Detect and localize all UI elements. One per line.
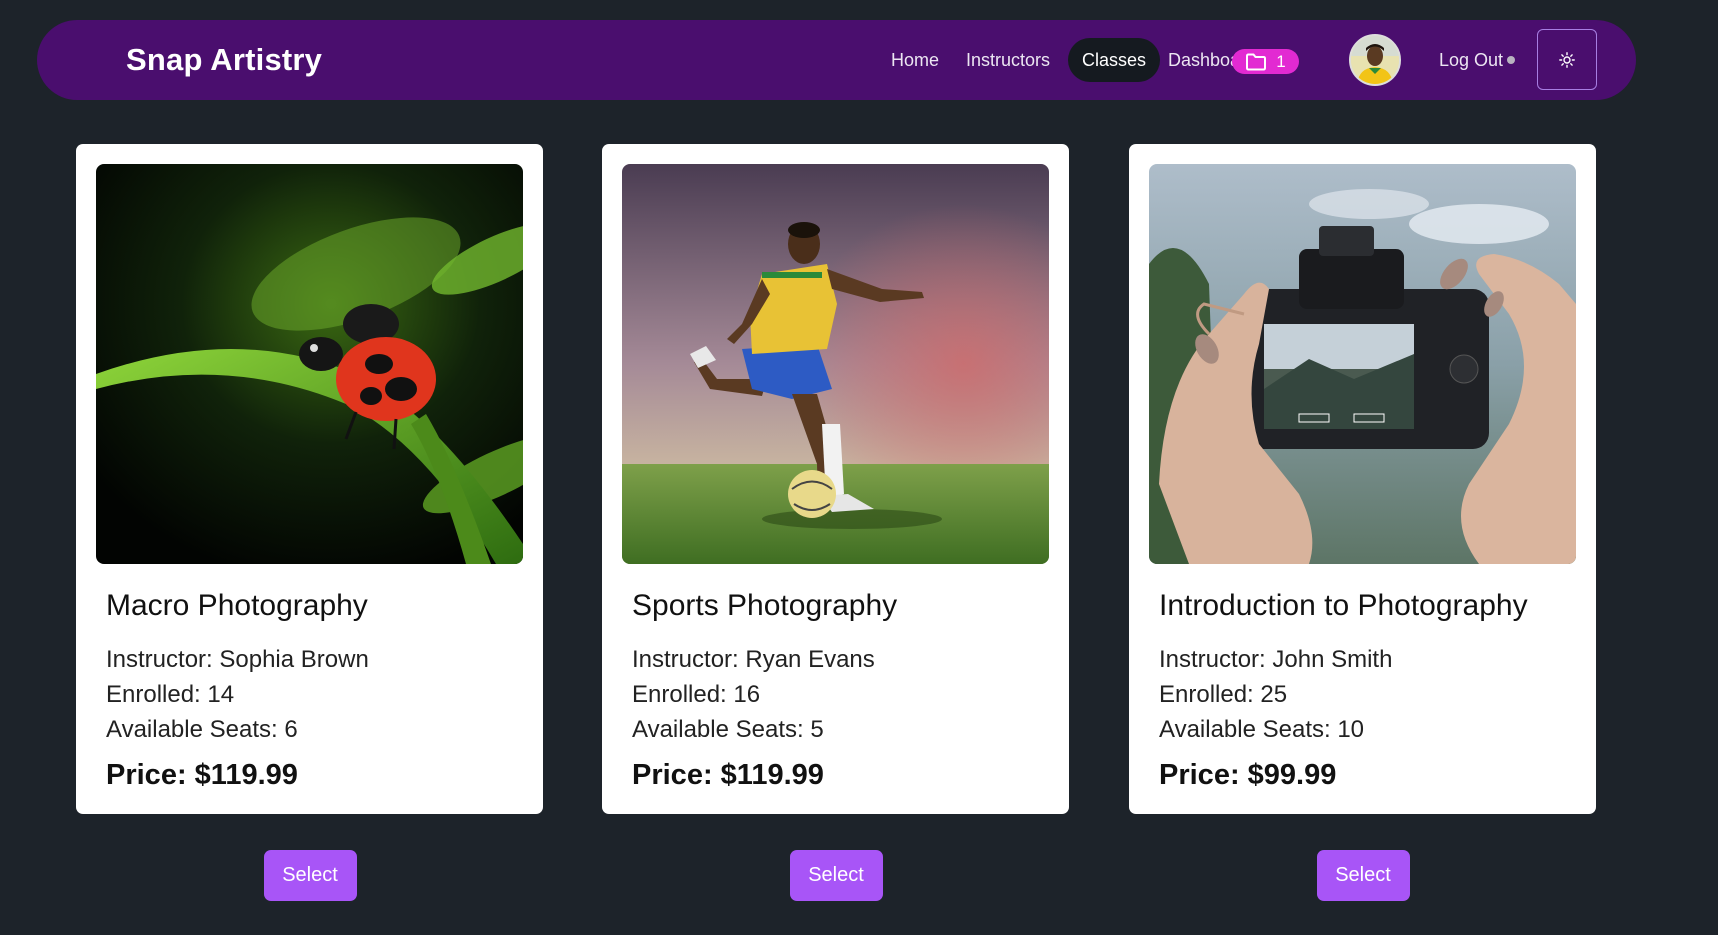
class-price: Price: $119.99 [632, 759, 824, 791]
class-available-seats: Available Seats: 5 [632, 716, 824, 743]
class-price: Price: $99.99 [1159, 759, 1337, 791]
class-card: Sports Photography Instructor: Ryan Evan… [602, 144, 1069, 924]
class-available-seats: Available Seats: 10 [1159, 716, 1365, 743]
navbar: Snap Artistry Home Instructors Classes D… [37, 20, 1636, 100]
hands-holding-camera-photo [1149, 164, 1576, 564]
selected-classes-badge[interactable]: 1 [1232, 49, 1299, 74]
select-button[interactable]: Select [789, 850, 883, 901]
class-card: Macro Photography Instructor: Sophia Bro… [76, 144, 543, 924]
class-available-seats: Available Seats: 6 [106, 716, 298, 743]
soccer-player-photo [622, 164, 1049, 564]
folder-icon [1245, 53, 1267, 71]
class-enrolled: Enrolled: 25 [1159, 681, 1288, 708]
class-title: Macro Photography [106, 589, 368, 622]
class-instructor: Instructor: Ryan Evans [632, 646, 875, 673]
logout-button[interactable]: Log Out [1425, 38, 1517, 82]
user-avatar[interactable] [1349, 34, 1401, 86]
class-title: Introduction to Photography [1159, 589, 1528, 622]
status-dot [1507, 56, 1515, 64]
nav-home[interactable]: Home [877, 38, 953, 82]
class-instructor: Instructor: John Smith [1159, 646, 1393, 673]
sun-icon [1559, 51, 1575, 68]
theme-toggle-button[interactable] [1537, 29, 1597, 90]
brand-logo[interactable]: Snap Artistry [126, 20, 322, 100]
select-button[interactable]: Select [1316, 850, 1410, 901]
class-title: Sports Photography [632, 589, 898, 622]
class-card-body: Macro Photography Instructor: Sophia Bro… [76, 144, 543, 814]
class-card: Introduction to Photography Instructor: … [1129, 144, 1596, 924]
class-card-body: Sports Photography Instructor: Ryan Evan… [602, 144, 1069, 814]
ladybug-macro-photo [96, 164, 523, 564]
nav-instructors[interactable]: Instructors [952, 38, 1064, 82]
nav-classes[interactable]: Classes [1068, 38, 1161, 82]
class-instructor: Instructor: Sophia Brown [106, 646, 369, 673]
class-price: Price: $119.99 [106, 759, 298, 791]
cart-count: 1 [1276, 51, 1286, 71]
class-enrolled: Enrolled: 14 [106, 681, 235, 708]
select-button[interactable]: Select [263, 850, 357, 901]
class-card-body: Introduction to Photography Instructor: … [1129, 144, 1596, 814]
class-enrolled: Enrolled: 16 [632, 681, 761, 708]
